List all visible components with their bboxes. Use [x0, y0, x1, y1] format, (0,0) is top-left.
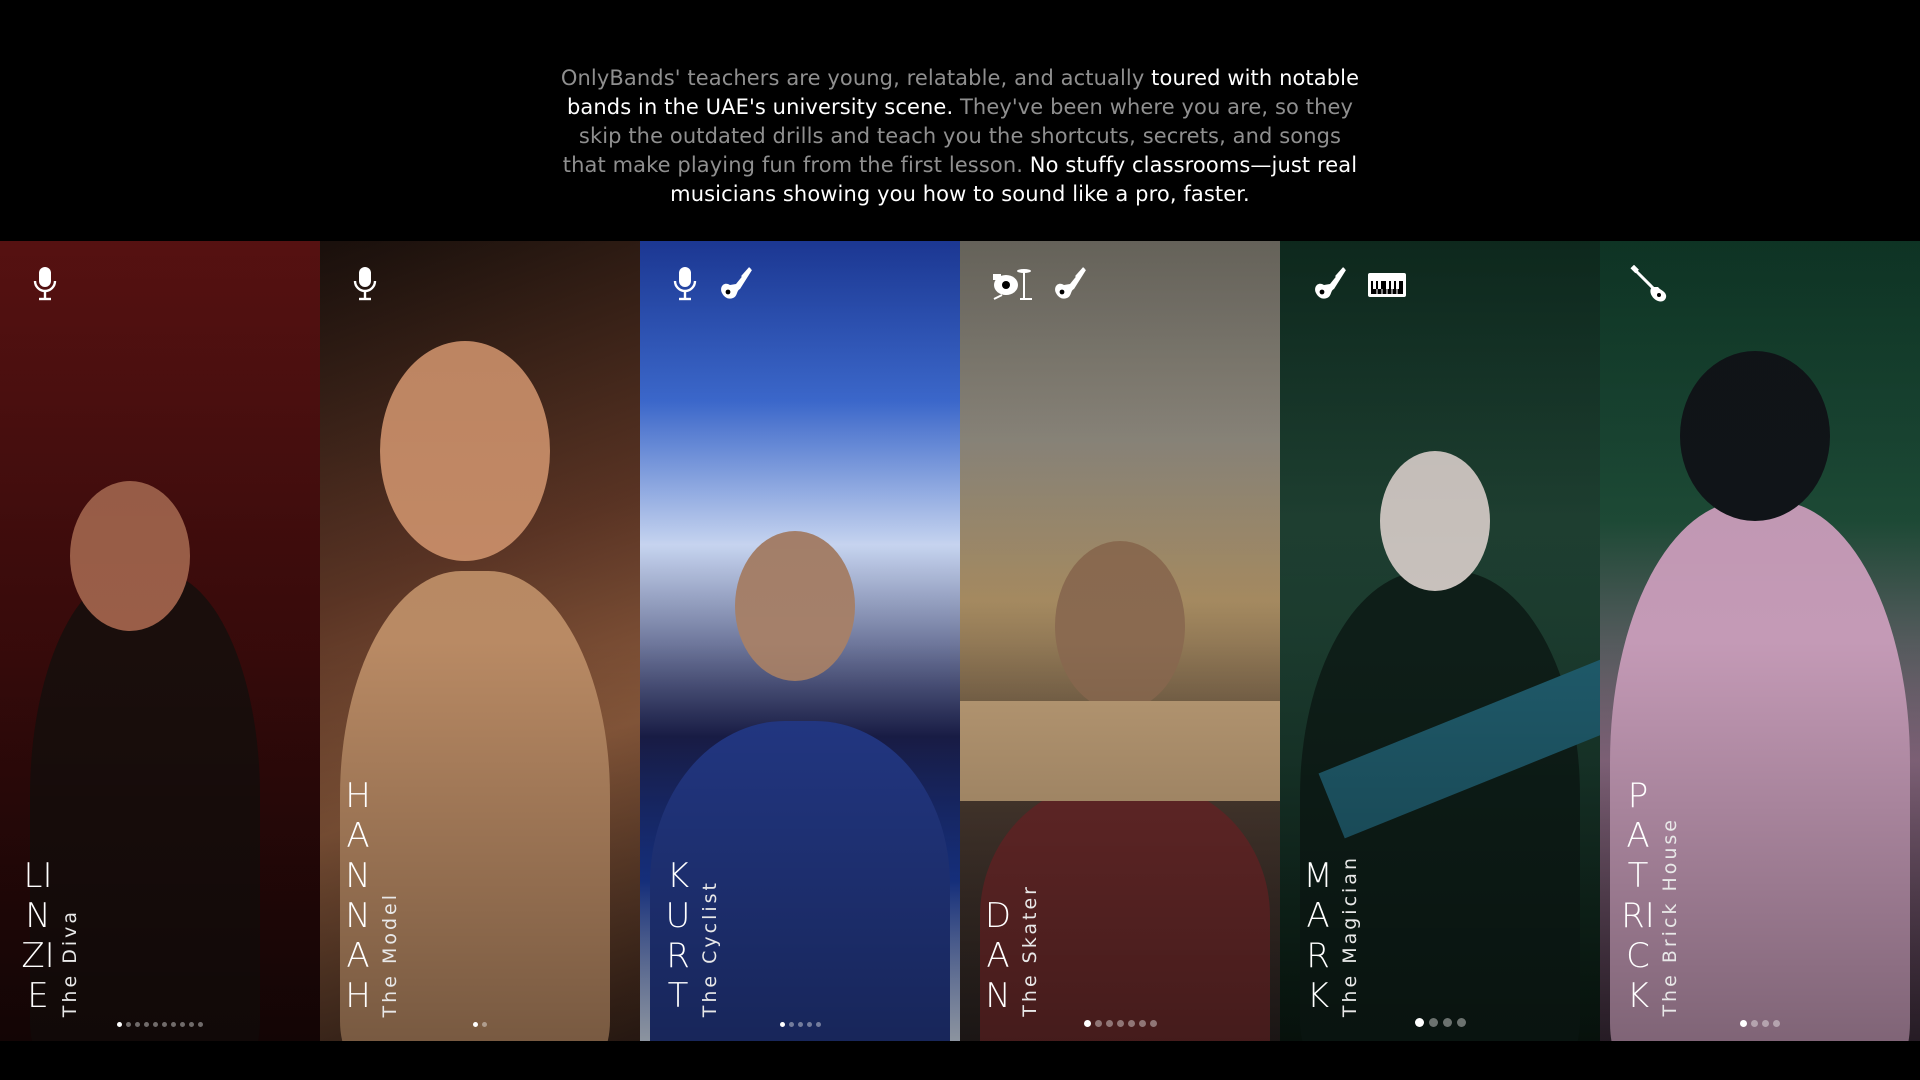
carousel-dot[interactable] [797, 1022, 803, 1027]
carousel-dot[interactable] [1442, 1018, 1452, 1027]
carousel-dot[interactable] [144, 1022, 149, 1027]
teacher-card-kurt[interactable]: KURT The Cyclist [640, 241, 960, 1041]
carousel-dots[interactable] [320, 1022, 640, 1027]
microphone-icon [350, 265, 380, 303]
carousel-dots[interactable] [1600, 1020, 1920, 1027]
instrument-icons [1310, 265, 1408, 303]
carousel-dot[interactable] [1751, 1020, 1758, 1027]
teacher-name: KURT [665, 856, 691, 1016]
carousel-dots[interactable] [960, 1020, 1280, 1027]
carousel-dot[interactable] [779, 1022, 785, 1027]
carousel-dot[interactable] [1414, 1018, 1424, 1027]
teacher-name: LINZIE [21, 856, 55, 1016]
instrument-icons [350, 265, 380, 303]
microphone-icon [670, 265, 700, 303]
carousel-dot[interactable] [180, 1022, 185, 1027]
teacher-title: The Brick House [1659, 817, 1681, 1017]
microphone-icon [30, 265, 60, 303]
teacher-title: The Diva [59, 908, 81, 1017]
carousel-dot[interactable] [126, 1022, 131, 1027]
teacher-card-dan[interactable]: DAN The Skater [960, 241, 1280, 1041]
teacher-card-mark[interactable]: MARK The Magician [1280, 241, 1600, 1041]
keyboard-icon [1366, 265, 1408, 303]
carousel-dot[interactable] [1138, 1020, 1146, 1027]
carousel-dot[interactable] [806, 1022, 812, 1027]
carousel-dot[interactable] [117, 1022, 122, 1027]
carousel-dot[interactable] [1149, 1020, 1157, 1027]
electric-guitar-icon [1310, 265, 1350, 303]
carousel-dot[interactable] [1127, 1020, 1135, 1027]
carousel-dot[interactable] [1773, 1020, 1780, 1027]
carousel-dot[interactable] [473, 1022, 478, 1027]
intro-paragraph: OnlyBands' teachers are young, relatable… [560, 64, 1360, 209]
drum-kit-icon [990, 265, 1034, 303]
carousel-dots[interactable] [640, 1022, 960, 1027]
teacher-carousel: LINZIE The Diva HANNAH The Model KURT Th… [0, 241, 1920, 1041]
carousel-dot[interactable] [1740, 1020, 1747, 1027]
carousel-dot[interactable] [1428, 1018, 1438, 1027]
teacher-name: PATRICK [1621, 776, 1655, 1016]
carousel-dot[interactable] [162, 1022, 167, 1027]
teacher-title: The Skater [1019, 884, 1041, 1017]
electric-guitar-icon [1050, 265, 1090, 303]
instrument-icons [1630, 265, 1670, 305]
teacher-card-linzie[interactable]: LINZIE The Diva [0, 241, 320, 1041]
teacher-name: HANNAH [345, 776, 371, 1016]
carousel-dot[interactable] [1456, 1018, 1466, 1027]
teacher-title: The Cyclist [699, 879, 721, 1017]
teacher-card-hannah[interactable]: HANNAH The Model [320, 241, 640, 1041]
carousel-dot[interactable] [482, 1022, 487, 1027]
instrument-icons [670, 265, 756, 303]
intro-text-1: OnlyBands' teachers are young, relatable… [560, 66, 1152, 90]
instrument-icons [990, 265, 1090, 303]
carousel-dot[interactable] [815, 1022, 821, 1027]
instrument-icons [30, 265, 60, 303]
carousel-dot[interactable] [788, 1022, 794, 1027]
electric-guitar-icon [716, 265, 756, 303]
carousel-dots[interactable] [1280, 1018, 1600, 1027]
teacher-title: The Magician [1339, 854, 1361, 1017]
teacher-name: DAN [984, 896, 1012, 1016]
carousel-dot[interactable] [1116, 1020, 1124, 1027]
carousel-dot[interactable] [1083, 1020, 1091, 1027]
carousel-dot[interactable] [1762, 1020, 1769, 1027]
teacher-title: The Model [379, 891, 401, 1017]
bass-guitar-icon [1630, 265, 1670, 305]
carousel-dots[interactable] [0, 1022, 320, 1027]
carousel-dot[interactable] [153, 1022, 158, 1027]
carousel-dot[interactable] [1094, 1020, 1102, 1027]
carousel-dot[interactable] [135, 1022, 140, 1027]
carousel-dot[interactable] [171, 1022, 176, 1027]
teacher-card-patrick[interactable]: PATRICK The Brick House [1600, 241, 1920, 1041]
carousel-dot[interactable] [189, 1022, 194, 1027]
carousel-dot[interactable] [1105, 1020, 1113, 1027]
carousel-dot[interactable] [198, 1022, 203, 1027]
teacher-name: MARK [1303, 856, 1333, 1016]
